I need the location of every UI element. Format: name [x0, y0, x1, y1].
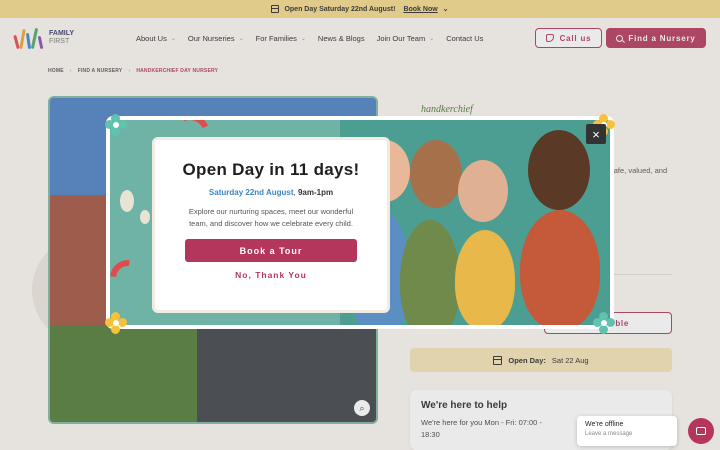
flower-decoration-icon [105, 312, 127, 334]
chat-status: We're offline [585, 421, 624, 428]
chat-hint: Leave a message [585, 431, 633, 437]
modal-card: Open Day in 11 days! Saturday 22nd Augus… [155, 140, 387, 310]
modal-title: Open Day in 11 days! [182, 160, 360, 179]
modal-date: Saturday 22nd August, 9am-1pm [208, 188, 334, 197]
chat-launcher-button[interactable] [688, 418, 714, 444]
modal-date-day: Saturday 22nd August [208, 188, 294, 197]
modal-date-time: 9am-1pm [297, 188, 334, 197]
no-thank-you-button[interactable]: No, Thank You [155, 270, 387, 280]
chat-bubble-icon [696, 427, 706, 435]
close-modal-button[interactable]: × [586, 124, 606, 144]
book-tour-button[interactable]: Book a Tour [185, 239, 357, 262]
modal-body: Explore our nurturing spaces, meet our w… [188, 207, 354, 228]
chat-status-card[interactable]: We're offline Leave a message [577, 416, 677, 446]
flower-decoration-icon [105, 114, 127, 136]
flower-decoration-icon [593, 312, 615, 334]
